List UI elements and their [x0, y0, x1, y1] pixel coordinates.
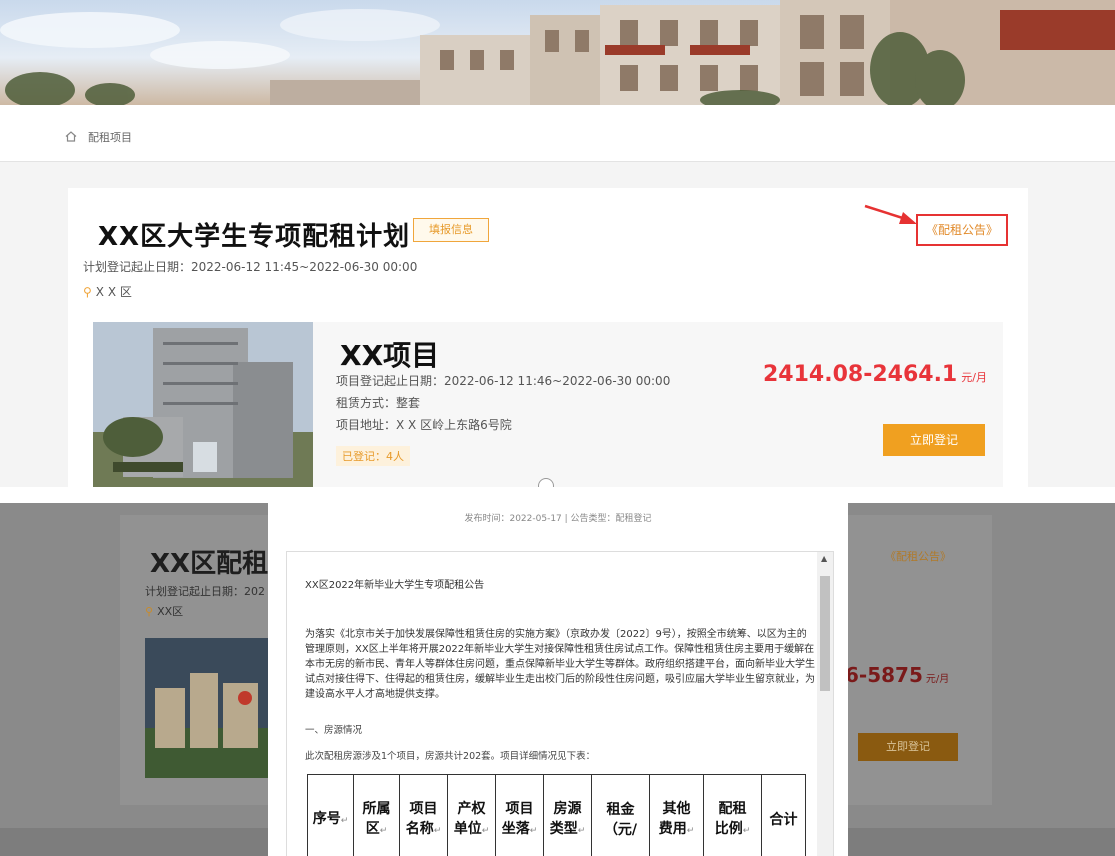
plan-card: XX区大学生专项配租计划 填报信息 计划登记起止日期：2022-06-12 11…	[68, 188, 1028, 487]
table-header-text: 单位	[453, 820, 482, 837]
location-pin-icon: ⚲	[145, 605, 154, 618]
project-dates: 项目登记起止日期：2022-06-12 11:46~2022-06-30 00:…	[336, 374, 671, 388]
table-header-cell: 项目 名称↵	[399, 774, 448, 856]
project-rent-type: 租赁方式：整套	[336, 396, 421, 410]
scroll-indicator[interactable]	[538, 478, 554, 487]
background-price-unit: 元/月	[925, 674, 950, 685]
project-photo	[93, 322, 313, 487]
notice-section-heading: 一、房源情况	[305, 725, 363, 736]
notice-section-description: 此次配租房源涉及1个项目，房源共计202套。项目详细情况见下表：	[305, 751, 596, 762]
table-header-cell: 其他 费用↵	[649, 774, 704, 856]
table-header-cell: 合计	[761, 774, 806, 856]
plan-district-label: X X 区	[95, 285, 132, 299]
notice-title: XX区2022年新毕业大学生专项配租公告	[305, 580, 485, 591]
registered-count-badge: 已登记：4人	[336, 446, 410, 466]
background-price-value: 6-5875	[845, 663, 923, 687]
background-district-label: XX区	[157, 605, 184, 618]
table-header-text: 产权	[457, 800, 486, 817]
table-header-text: 坐落	[501, 820, 530, 837]
table-header-text: 比例	[714, 820, 743, 837]
register-now-button[interactable]: 立即登记	[883, 424, 985, 456]
rental-notice-link[interactable]: 《配租公告》	[916, 214, 1008, 246]
table-header-text: 类型	[549, 820, 578, 837]
table-header-text: 名称	[405, 820, 434, 837]
table-header-text: 费用	[658, 820, 687, 837]
background-plan-district: ⚲ XX区	[145, 603, 183, 619]
housing-table: 序号↵ 所属 区↵ 项目 名称↵ 产权 单位↵ 项目 坐落↵ 房源 类型↵ 租金 （元/ 其…	[307, 774, 806, 856]
table-header-text: 房源	[553, 800, 582, 817]
notice-meta: 发布时间：2022-05-17 | 公告类型：配租登记	[464, 514, 652, 524]
scroll-up-icon[interactable]: ▲	[821, 554, 827, 563]
project-price-unit: 元/月	[961, 371, 987, 384]
project-card[interactable]: XX项目 项目登记起止日期：2022-06-12 11:46~2022-06-3…	[93, 322, 1003, 487]
table-header-text: 所属	[362, 800, 391, 817]
background-plan-dates: 计划登记起止日期：202	[145, 585, 265, 598]
table-header-text: 项目	[505, 800, 534, 817]
breadcrumb: 配租项目	[0, 105, 1115, 162]
plan-page: 配租项目 XX区大学生专项配租计划 填报信息 计划登记起止日期：2022-06-…	[0, 0, 1115, 487]
notice-content[interactable]: XX区2022年新毕业大学生专项配租公告 为落实《北京市关于加快发展保障性租赁住…	[286, 551, 834, 856]
breadcrumb-label[interactable]: 配租项目	[88, 129, 132, 145]
plan-district: ⚲ X X 区	[83, 283, 132, 300]
table-header-cell: 序号↵	[307, 774, 354, 856]
background-register-button: 立即登记	[858, 733, 958, 761]
background-price: 6-5875 元/月	[845, 663, 949, 687]
table-header-cell: 产权 单位↵	[447, 774, 496, 856]
table-header-text: 合计	[769, 811, 798, 828]
table-header-cell: 房源 类型↵	[543, 774, 592, 856]
table-header-cell: 配租 比例↵	[703, 774, 762, 856]
table-header-cell: 租金 （元/	[591, 774, 650, 856]
fill-info-button[interactable]: 填报信息	[413, 218, 489, 242]
notice-modal-screen: XX区配租计 计划登记起止日期：202 ⚲ XX区 《配租公告》 6-5875 元/…	[0, 503, 1115, 856]
banner-image	[0, 0, 1115, 105]
table-header-text: 序号	[312, 810, 341, 827]
table-header-row: 序号↵ 所属 区↵ 项目 名称↵ 产权 单位↵ 项目 坐落↵ 房源 类型↵ 租金 （元/ 其…	[307, 774, 806, 856]
project-name[interactable]: XX项目	[340, 334, 439, 374]
notice-paragraph: 为落实《北京市关于加快发展保障性租赁住房的实施方案》（京政办发〔2022〕9号）…	[305, 629, 815, 700]
project-price: 2414.08-2464.1 元/月	[763, 362, 987, 387]
notice-modal: 发布时间：2022-05-17 | 公告类型：配租登记 XX区2022年新毕业大…	[268, 503, 848, 856]
project-price-value: 2414.08-2464.1	[763, 362, 958, 387]
table-header-text: （元/	[603, 821, 638, 838]
plan-dates: 计划登记起止日期：2022-06-12 11:45~2022-06-30 00:…	[83, 260, 418, 274]
background-notice-link: 《配租公告》	[885, 550, 951, 563]
table-header-text: 区	[365, 820, 380, 837]
table-header-cell: 所属 区↵	[353, 774, 400, 856]
scrollbar-thumb[interactable]	[820, 576, 830, 691]
table-header-cell: 项目 坐落↵	[495, 774, 544, 856]
red-arrow-annotation	[864, 204, 917, 224]
plan-title: XX区大学生专项配租计划	[98, 222, 411, 252]
table-header-text: 项目	[409, 800, 438, 817]
location-pin-icon: ⚲	[83, 285, 92, 299]
background-project-photo	[145, 638, 270, 778]
home-icon[interactable]	[65, 131, 77, 142]
project-address: 项目地址：X X 区岭上东路6号院	[336, 418, 512, 432]
table-header-text: 配租	[718, 800, 747, 817]
notice-scrollbar[interactable]: ▲	[817, 552, 833, 856]
table-header-text: 租金	[606, 801, 635, 818]
table-header-text: 其他	[662, 800, 691, 817]
